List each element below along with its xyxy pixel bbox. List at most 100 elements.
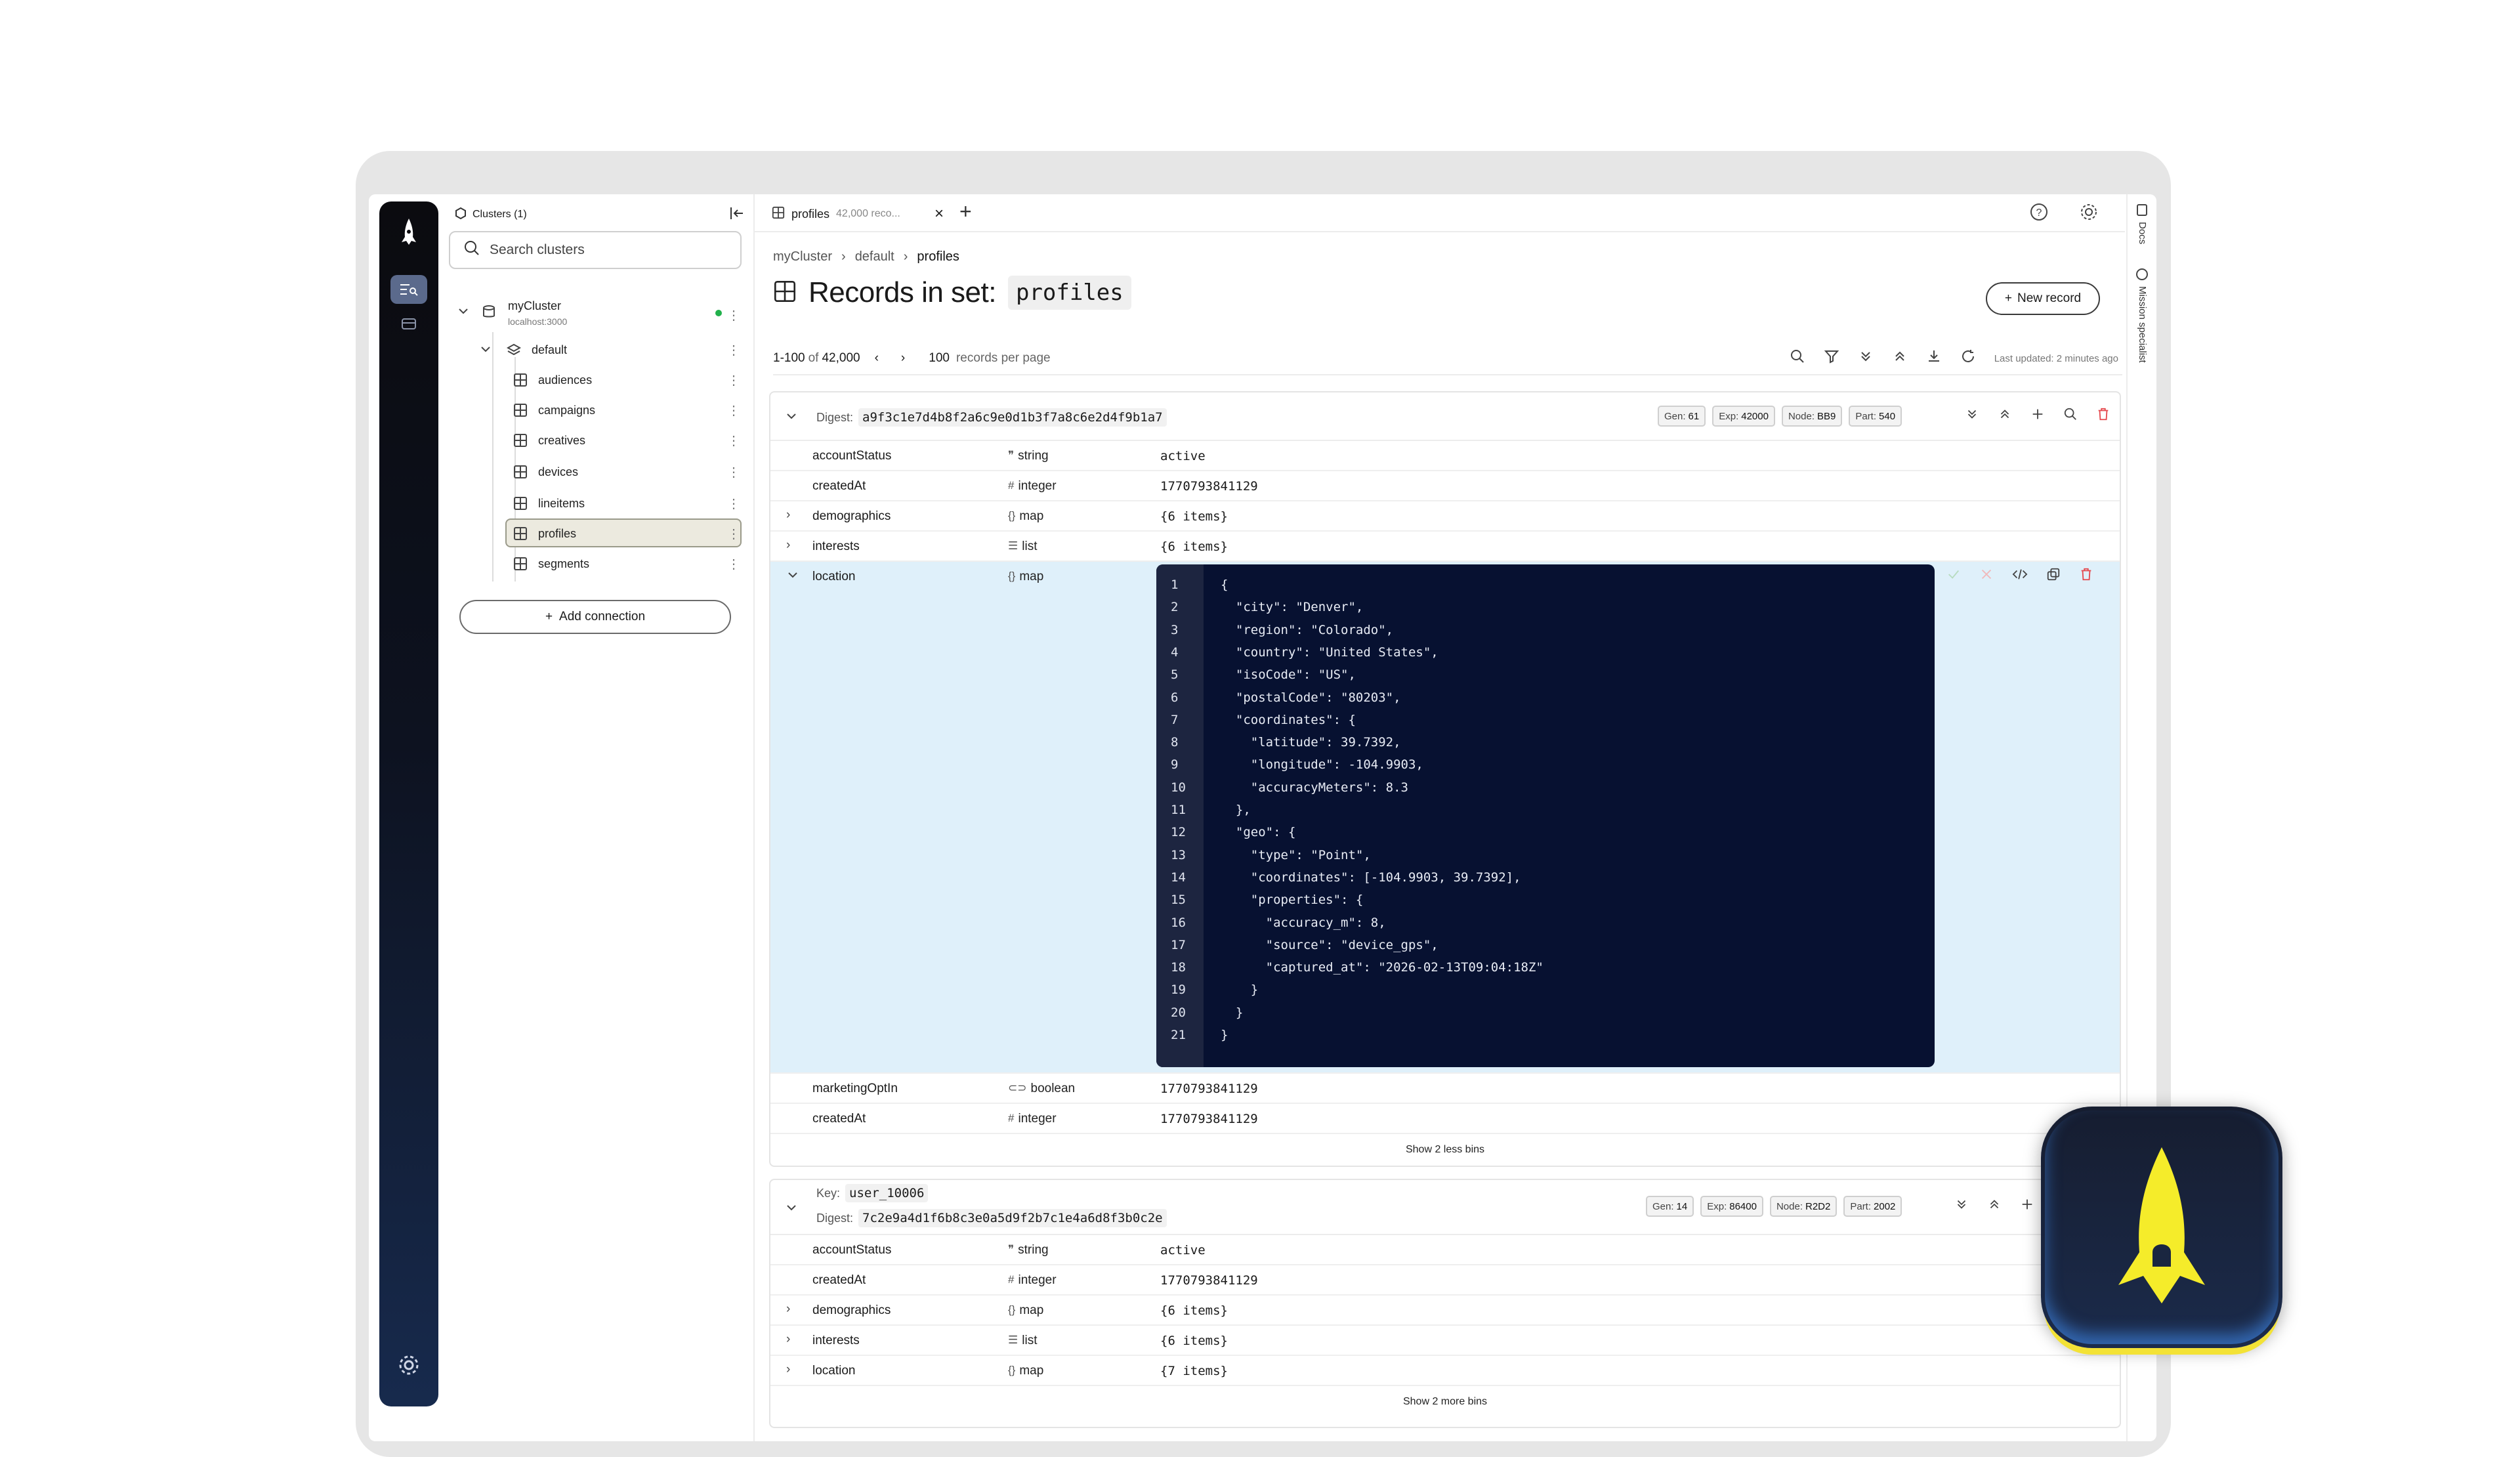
collapse-bins-icon[interactable] [1987,1197,2002,1215]
json-code-editor[interactable]: 1{2 "city": "Denver", 3 "region": "Colora… [1156,564,1935,1067]
new-record-button[interactable]: + New record [1986,282,2100,315]
collapse-all-icon[interactable] [1892,348,1908,368]
bin-row[interactable]: accountStatus ❞ string active [770,441,2120,471]
mission-specialist-tab[interactable]: Mission specialist [2137,286,2148,363]
quote-icon: ❞ [1008,1243,1015,1256]
bin-name: accountStatus [812,449,892,463]
tree-set-profiles[interactable]: profiles ⋮ [446,518,748,547]
tree-set-devices[interactable]: devices ⋮ [446,458,748,486]
cancel-x-icon[interactable] [1979,567,1994,585]
collapse-sidebar-icon[interactable] [728,205,746,225]
more-options-icon[interactable]: ⋮ [727,342,740,358]
tree-set-audiences[interactable]: audiences ⋮ [446,366,748,394]
bin-value: {6 items} [1160,539,1228,554]
expand-bins-icon[interactable] [1954,1197,1969,1215]
search-placeholder: Search clusters [490,242,585,257]
bin-row[interactable]: marketingOptIn ⊂⊃ boolean 1770793841129 [770,1074,2120,1104]
download-icon[interactable] [1926,348,1942,368]
chevron-down-icon[interactable] [786,568,799,585]
docs-tab[interactable]: Docs [2137,222,2148,244]
chevron-down-icon[interactable] [785,1201,798,1217]
bin-row[interactable]: › location {} map {7 items} [770,1356,2120,1386]
bin-row[interactable]: › interests ☰ list {6 items} [770,1326,2120,1356]
badge-label: Part: [1855,410,1877,422]
bin-row[interactable]: › interests ☰ list {6 items} [770,532,2120,562]
copy-icon[interactable] [2046,567,2061,585]
bin-name: demographics [812,509,891,523]
prev-page-icon[interactable]: ‹ [875,351,879,366]
per-page-select[interactable]: 100 [929,351,950,366]
tree-set-segments[interactable]: segments ⋮ [446,550,748,578]
close-tab-icon[interactable]: × [934,205,944,223]
chevron-down-icon[interactable] [785,410,798,426]
digest-value: a9f3c1e7d4b8f2a6c9e0d1b3f7a8c6e2d4f9b1a7 [858,408,1167,427]
settings-gear-icon[interactable] [2079,202,2099,225]
badge-value: 42000 [1741,410,1769,422]
explorer-nav-icon[interactable] [390,275,427,304]
chevron-right-icon[interactable]: › [786,538,790,553]
more-options-icon[interactable]: ⋮ [727,496,740,512]
more-options-icon[interactable]: ⋮ [727,433,740,449]
chevron-down-icon[interactable] [479,343,492,359]
expand-all-icon[interactable] [1858,348,1874,368]
more-options-icon[interactable]: ⋮ [727,464,740,480]
search-icon[interactable] [1790,348,1805,368]
search-icon[interactable] [2063,407,2078,425]
search-clusters-input[interactable]: Search clusters [449,231,742,269]
add-bin-plus-icon[interactable] [2030,407,2045,425]
tab-profiles[interactable]: profiles 42,000 reco... × [766,201,946,227]
line-number: 20 [1171,1005,1186,1020]
collapse-bins-icon[interactable] [1998,407,2012,425]
more-options-icon[interactable]: ⋮ [727,372,740,389]
expand-bins-icon[interactable] [1965,407,1979,425]
delete-trash-icon[interactable] [2079,567,2093,585]
chevron-right-icon[interactable]: › [786,508,790,522]
code-line: 5 "isoCode": "US", [1156,664,1935,686]
more-options-icon[interactable]: ⋮ [727,402,740,419]
chevron-right-icon[interactable]: › [786,1362,790,1377]
bin-row[interactable]: › demographics {} map {6 items} [770,501,2120,532]
record-card: Digest: a9f3c1e7d4b8f2a6c9e0d1b3f7a8c6e2… [769,391,2121,1167]
more-options-icon[interactable]: ⋮ [727,556,740,572]
tree-set-lineitems[interactable]: lineitems ⋮ [446,490,748,517]
breadcrumb: myCluster › default › profiles [773,249,959,264]
filter-icon[interactable] [1824,348,1839,368]
bin-row[interactable]: › demographics {} map {6 items} [770,1296,2120,1326]
node-badge: Node: R2D2 [1769,1196,1838,1217]
add-connection-button[interactable]: + Add connection [459,600,731,634]
database-icon [482,305,496,322]
tree-set-creatives[interactable]: creatives ⋮ [446,427,748,454]
cluster-host: localhost:3000 [508,316,568,327]
confirm-check-icon[interactable] [1946,567,1961,585]
new-tab-plus-icon[interactable]: + [959,200,972,224]
show-more-bins-button[interactable]: Show 2 more bins [770,1386,2120,1418]
bin-row[interactable]: createdAt # integer 1770793841129 [770,1265,2120,1296]
more-options-icon[interactable]: ⋮ [727,307,740,324]
breadcrumb-cluster[interactable]: myCluster [773,249,832,264]
chevron-right-icon[interactable]: › [786,1332,790,1347]
refresh-icon[interactable] [1960,348,1976,368]
chevron-down-icon[interactable] [457,305,470,321]
delete-trash-icon[interactable] [2096,407,2110,425]
show-less-bins-button[interactable]: Show 2 less bins [770,1134,2120,1166]
code-view-icon[interactable] [2012,567,2028,585]
bin-row[interactable]: createdAt # integer 1770793841129 [770,471,2120,501]
bin-row-expanded[interactable]: location {} map 1{2 "city": "Denver", 3 "r… [770,562,2120,1074]
rocket-logo-icon [398,217,420,249]
settings-gear-icon[interactable] [396,1352,422,1382]
add-bin-plus-icon[interactable] [2020,1197,2034,1215]
database-nav-icon[interactable] [390,309,427,338]
more-options-icon[interactable]: ⋮ [727,526,740,542]
code-text: "type": "Point", [1221,847,1371,862]
table-icon [772,206,785,222]
tree-namespace-default[interactable]: default ⋮ [446,336,748,364]
help-icon[interactable]: ? [2029,202,2049,225]
chevron-right-icon[interactable]: › [786,1302,790,1317]
tree-set-campaigns[interactable]: campaigns ⋮ [446,396,748,424]
bin-row[interactable]: accountStatus ❞ string active [770,1235,2120,1265]
tree-cluster-mycluster[interactable]: myCluster localhost:3000 ⋮ [446,297,748,333]
bin-value: {6 items} [1160,509,1228,524]
bin-row[interactable]: createdAt # integer 1770793841129 [770,1104,2120,1134]
next-page-icon[interactable]: › [901,351,905,366]
breadcrumb-namespace[interactable]: default [855,249,894,264]
